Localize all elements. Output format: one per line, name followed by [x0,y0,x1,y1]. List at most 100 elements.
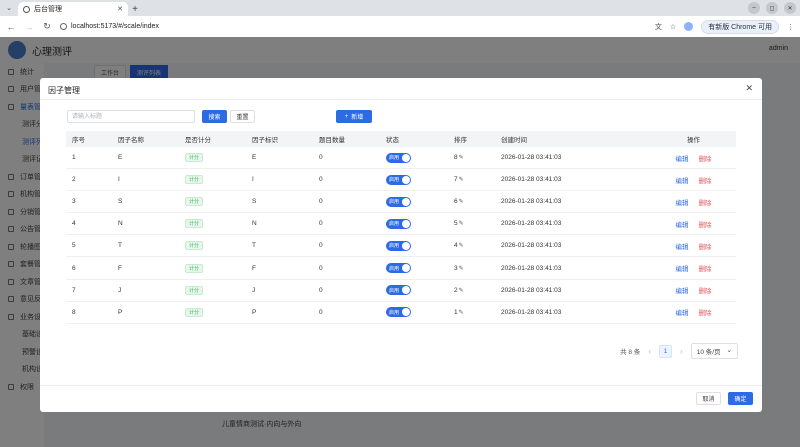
profile-avatar[interactable] [684,22,694,31]
cell-name: F [118,264,122,272]
chrome-update-button[interactable]: 有新版 Chrome 可用 [701,19,779,34]
delete-link[interactable]: 删除 [699,200,712,207]
cell-count: 0 [319,198,323,206]
edit-pencil-icon[interactable]: ✎ [459,199,464,205]
edit-pencil-icon[interactable]: ✎ [459,155,464,161]
cell-key: J [252,286,256,294]
add-button[interactable]: + 新增 [336,110,372,123]
reset-button[interactable]: 重置 [230,110,255,123]
back-icon[interactable]: ← [6,22,16,32]
forward-icon[interactable]: → [24,22,34,32]
confirm-button[interactable]: 确定 [728,392,753,405]
window-controls: – ◻ ✕ [748,2,796,14]
cell-count: 0 [319,176,323,184]
toggle-knob [402,219,410,228]
status-label: 启用 [389,155,400,162]
site-info-icon[interactable] [60,23,67,30]
status-toggle[interactable]: 启用 [386,263,411,274]
edit-link[interactable]: 编辑 [676,156,689,163]
sort-value: 1 [454,308,458,316]
table-header: 序号 因子名称 是否计分 因子标识 题目数量 状态 排序 创建时间 操作 [66,131,736,147]
edit-pencil-icon[interactable]: ✎ [459,177,464,183]
sort-value: 4 [454,242,458,250]
cell-actions: 编辑 删除 [651,241,736,251]
search-input[interactable] [67,110,195,123]
col-header: 操作 [687,137,700,144]
cell-scored: 计分 [179,175,246,185]
cell-count: 0 [319,308,323,316]
bookmark-star-icon[interactable]: ☆ [670,23,676,31]
status-toggle[interactable]: 启用 [386,218,411,229]
cell-count: 0 [319,242,323,250]
maximize-icon[interactable]: ◻ [766,2,778,14]
edit-pencil-icon[interactable]: ✎ [459,221,464,227]
col-header: 排序 [454,137,467,144]
edit-link[interactable]: 编辑 [676,266,689,273]
cell-key: I [252,176,254,184]
new-tab-button[interactable]: + [128,2,142,16]
status-toggle[interactable]: 启用 [386,196,411,207]
sort-value: 7 [454,176,458,184]
delete-link[interactable]: 删除 [699,266,712,273]
cell-created: 2026-01-28 03:41:03 [501,176,562,184]
edit-link[interactable]: 编辑 [676,310,689,317]
cell-sort: 6✎ [448,198,495,205]
edit-link[interactable]: 编辑 [676,178,689,185]
scored-tag: 计分 [185,153,204,163]
status-toggle[interactable]: 启用 [386,240,411,251]
page-size-select[interactable]: 10 条/页 ⌄ [690,343,738,359]
cell-count: 0 [319,154,323,162]
browser-tab[interactable]: 后台管理 ✕ [18,2,128,16]
cell-key: F [252,264,256,272]
chevron-right-icon[interactable]: › [680,347,683,356]
sort-value: 8 [454,154,458,162]
cell-name: N [118,220,123,228]
close-icon[interactable]: ✕ [745,83,753,94]
chrome-menu-icon[interactable]: ⋮ [787,23,794,31]
edit-link[interactable]: 编辑 [676,288,689,295]
search-button[interactable]: 搜索 [202,110,227,123]
cell-created: 2026-01-28 03:41:03 [501,198,562,206]
status-toggle[interactable]: 启用 [386,285,411,296]
url-field[interactable]: localhost:5173/#/scale/index [60,19,647,34]
close-tab-icon[interactable]: ✕ [117,5,123,13]
edit-pencil-icon[interactable]: ✎ [459,310,464,316]
reload-icon[interactable]: ↻ [42,21,52,32]
edit-pencil-icon[interactable]: ✎ [459,266,464,272]
tab-search-icon[interactable]: ⌄ [2,2,16,14]
scored-tag: 计分 [185,307,204,317]
status-toggle[interactable]: 启用 [386,307,411,318]
status-label: 启用 [389,287,400,294]
status-toggle[interactable]: 启用 [386,152,411,163]
edit-pencil-icon[interactable]: ✎ [459,243,464,249]
cell-sort: 5✎ [448,220,495,227]
delete-link[interactable]: 删除 [699,178,712,185]
sort-value: 5 [454,220,458,228]
translate-icon[interactable]: 文 [655,22,662,32]
delete-link[interactable]: 删除 [699,156,712,163]
status-label: 启用 [389,265,400,272]
url-text: localhost:5173/#/scale/index [71,23,159,30]
col-header: 状态 [386,137,399,144]
cell-scored: 计分 [179,263,246,273]
chevron-left-icon[interactable]: ‹ [648,347,651,356]
table-row: 5 T 计分 T 0 启用 4✎ 2026-01-28 03:41:03 编辑 删除 [66,235,736,258]
page-number[interactable]: 1 [659,344,673,358]
delete-link[interactable]: 删除 [699,310,712,317]
delete-link[interactable]: 删除 [699,288,712,295]
cancel-button[interactable]: 取消 [696,392,721,405]
table-row: 1 E 计分 E 0 启用 8✎ 2026-01-28 03:41:03 编辑 删除 [66,147,736,170]
minimize-icon[interactable]: – [748,2,760,14]
edit-pencil-icon[interactable]: ✎ [459,288,464,294]
edit-link[interactable]: 编辑 [676,244,689,251]
close-window-icon[interactable]: ✕ [784,2,796,14]
cell-actions: 编辑 删除 [651,307,736,317]
delete-link[interactable]: 删除 [699,244,712,251]
status-toggle[interactable]: 启用 [386,174,411,185]
cell-status: 启用 [380,285,448,296]
pagination-total: 共 8 条 [620,349,641,356]
cell-no: 3 [72,198,76,206]
edit-link[interactable]: 编辑 [676,222,689,229]
edit-link[interactable]: 编辑 [676,200,689,207]
delete-link[interactable]: 删除 [699,222,712,229]
